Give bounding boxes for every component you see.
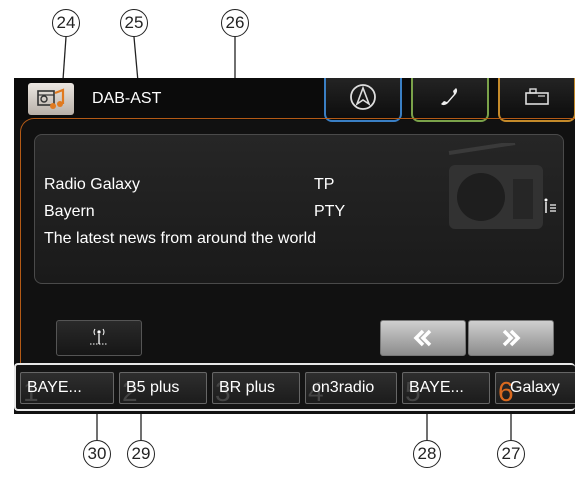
callout-30: 30 [83, 440, 111, 468]
source-label: DAB-AST [92, 90, 162, 107]
preset-label: B5 plus [126, 379, 180, 396]
station-name: Radio Galaxy [44, 176, 141, 193]
tab-phone[interactable] [411, 78, 489, 122]
radio-music-icon [37, 88, 65, 109]
navigation-arrow-icon [350, 84, 376, 110]
station-info-panel [34, 134, 564, 284]
preset-bar: 1 BAYE... 2 B5 plus 3 BR plus 4 on3radio… [14, 363, 575, 411]
radio-watermark-icon [448, 143, 543, 229]
preset-4[interactable]: 4 on3radio [305, 372, 397, 404]
tab-navigation[interactable] [324, 78, 402, 122]
preset-6[interactable]: 6 Galaxy [495, 372, 575, 404]
callout-24: 24 [52, 9, 80, 37]
seek-back-button[interactable] [380, 320, 466, 356]
callout-28: 28 [413, 440, 441, 468]
tp-indicator: TP [314, 176, 335, 193]
seek-forward-button[interactable] [468, 320, 554, 356]
preset-3[interactable]: 3 BR plus [212, 372, 300, 404]
preset-label: BR plus [219, 379, 276, 396]
preset-5[interactable]: 5 BAYE... [402, 372, 490, 404]
source-button[interactable] [28, 83, 74, 115]
preset-label: Galaxy [510, 379, 560, 396]
callout-27: 27 [497, 440, 525, 468]
radio-screen: DAB-AST Radio Galaxy Bayern The latest n… [14, 78, 575, 414]
seek-back-icon [413, 329, 432, 347]
preset-label: BAYE... [27, 379, 82, 396]
tab-car[interactable] [498, 78, 575, 122]
antenna-button[interactable] [56, 320, 142, 356]
preset-2[interactable]: 2 B5 plus [119, 372, 207, 404]
car-functions-icon [525, 88, 549, 105]
radio-text: The latest news from around the world [44, 230, 317, 247]
callout-29: 29 [127, 440, 155, 468]
preset-1[interactable]: 1 BAYE... [20, 372, 114, 404]
antenna-reception-icon [90, 328, 108, 345]
pty-indicator: PTY [314, 203, 346, 220]
preset-label: on3radio [312, 379, 375, 396]
ensemble-name: Bayern [44, 203, 95, 220]
phone-handset-icon [441, 88, 458, 106]
preset-label: BAYE... [409, 379, 464, 396]
callout-25: 25 [120, 9, 148, 37]
seek-forward-icon [502, 329, 521, 347]
callout-26: 26 [221, 9, 249, 37]
antenna-signal-icon [544, 198, 556, 213]
